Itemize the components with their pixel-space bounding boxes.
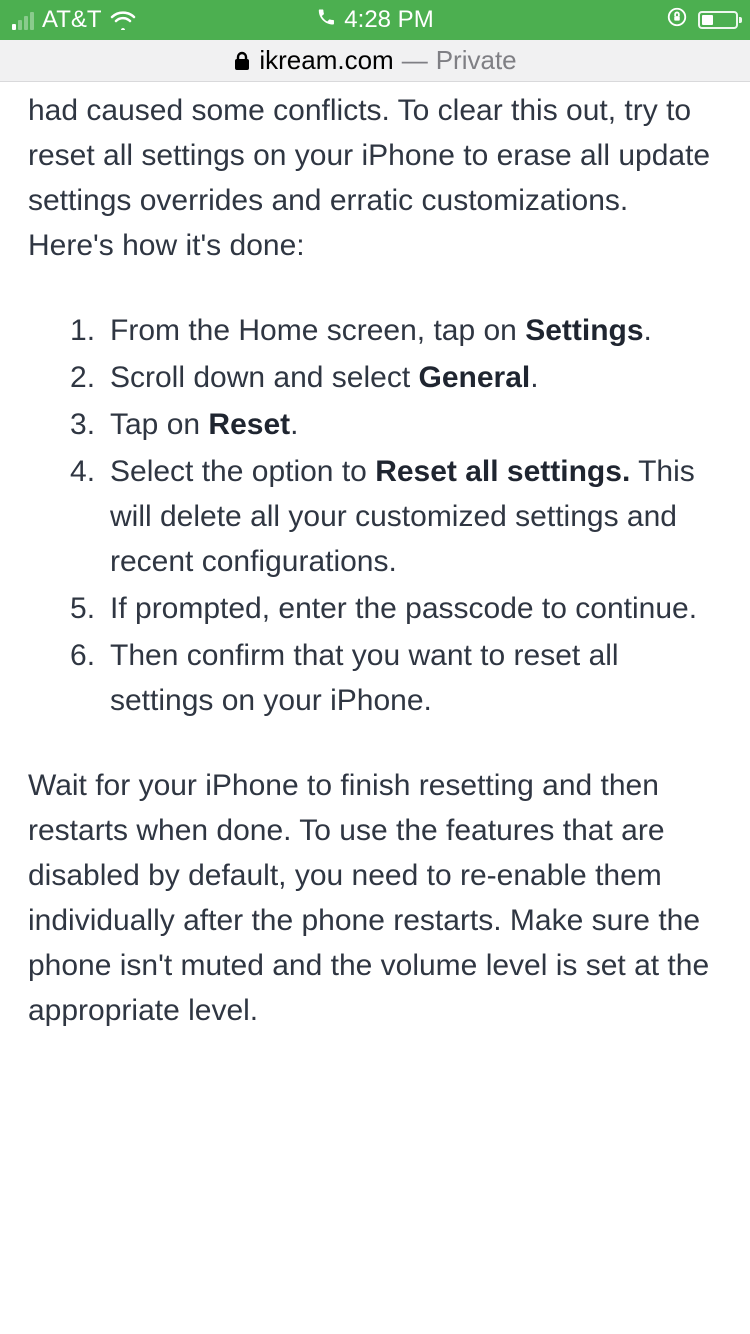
url-separator: — bbox=[402, 45, 428, 76]
list-item: Select the option to Reset all settings.… bbox=[70, 449, 722, 584]
steps-list: From the Home screen, tap on Settings. S… bbox=[28, 308, 722, 723]
list-item: Scroll down and select General. bbox=[70, 355, 722, 400]
url-domain: ikream.com bbox=[259, 45, 393, 76]
status-bar: AT&T 4:28 PM bbox=[0, 0, 750, 40]
page-content[interactable]: had caused some conflicts. To clear this… bbox=[0, 82, 750, 1033]
list-item: From the Home screen, tap on Settings. bbox=[70, 308, 722, 353]
url-mode: Private bbox=[436, 45, 517, 76]
cell-signal-icon bbox=[12, 10, 34, 30]
clock-time: 4:28 PM bbox=[344, 6, 433, 34]
list-item: Tap on Reset. bbox=[70, 402, 722, 447]
list-item: If prompted, enter the passcode to conti… bbox=[70, 586, 722, 631]
orientation-lock-icon bbox=[666, 6, 688, 35]
url-bar[interactable]: ikream.com — Private bbox=[0, 40, 750, 82]
lock-icon bbox=[233, 51, 251, 71]
status-right bbox=[666, 6, 738, 35]
list-item: Then confirm that you want to reset all … bbox=[70, 633, 722, 723]
phone-icon bbox=[316, 6, 336, 34]
outro-paragraph: Wait for your iPhone to finish resetting… bbox=[28, 763, 722, 1033]
wifi-icon bbox=[110, 10, 136, 30]
status-left: AT&T bbox=[12, 6, 136, 34]
carrier-label: AT&T bbox=[42, 6, 102, 34]
intro-paragraph: had caused some conflicts. To clear this… bbox=[28, 88, 722, 268]
status-center: 4:28 PM bbox=[316, 6, 433, 34]
battery-icon bbox=[698, 11, 738, 29]
